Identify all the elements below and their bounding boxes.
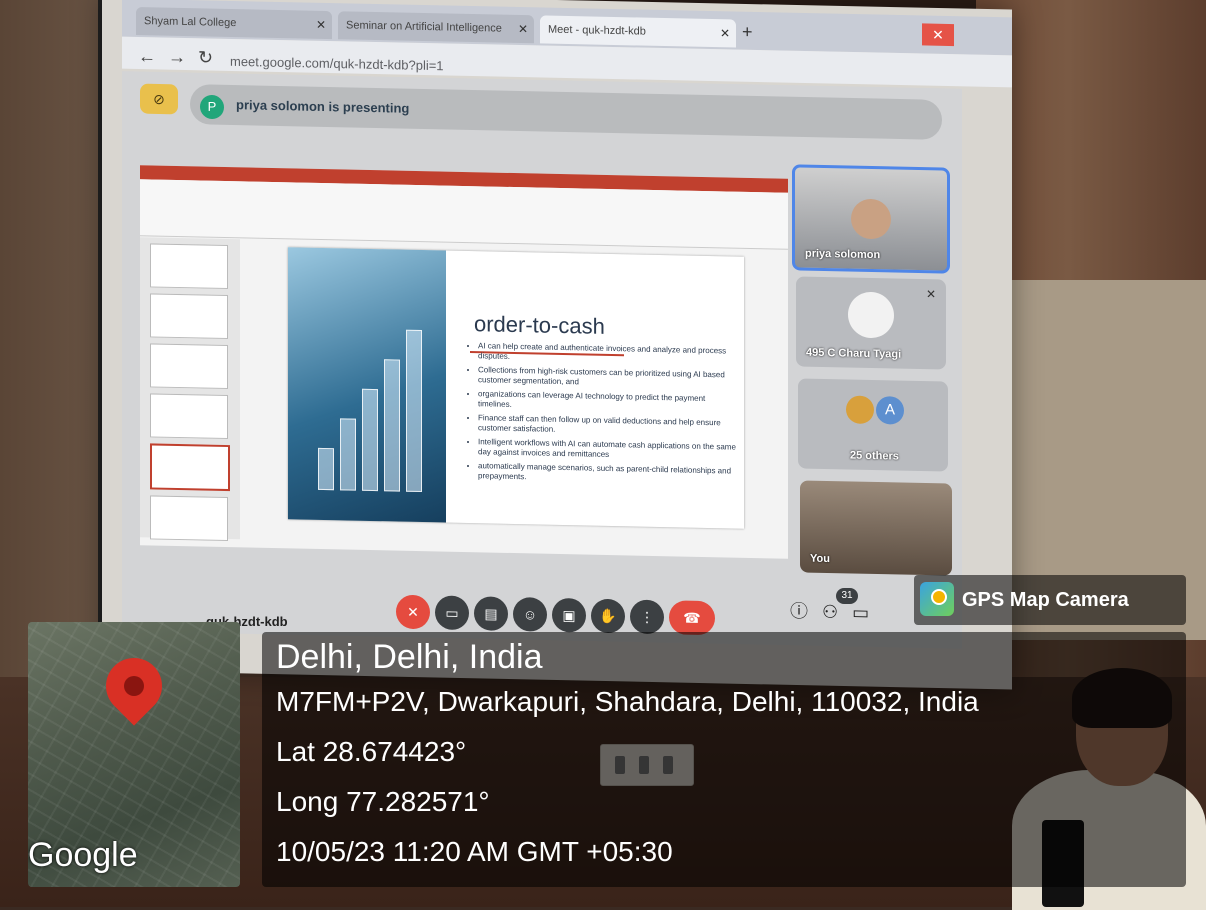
slide-bullets: AI can help create and authenticate invo… [468,341,740,491]
participant-tile-speaker[interactable]: priya solomon [792,164,950,274]
gps-camera-logo-icon [920,582,954,616]
latitude: Lat 28.674423° [276,736,467,767]
mic-off-icon[interactable]: ✕ [396,594,430,630]
raise-hand-icon[interactable]: ✋ [591,598,625,634]
navigation-icons[interactable]: ←→↻ [138,46,225,69]
slide-heading: order-to-cash [474,311,605,339]
back-icon[interactable]: ← [138,46,168,67]
map-pin-dot [124,676,144,696]
slide-bullet: AI can help create and authenticate invo… [478,341,740,366]
captions-icon[interactable]: ▤ [474,596,508,631]
presenter-avatar: P [200,94,224,120]
slide-thumbnail[interactable] [150,495,228,542]
location-info-panel: Delhi, Delhi, India M7FM+P2V, Dwarkapuri… [262,632,1186,887]
emoji-icon[interactable]: ☺ [513,597,547,632]
participant-tile[interactable]: ✕ 495 C Charu Tyagi [796,276,946,370]
forward-icon[interactable]: → [168,47,198,68]
current-slide: order-to-cash AI can help create and aut… [288,247,744,529]
slide-thumbnail[interactable] [150,393,228,440]
camera-off-icon[interactable]: ⊘ [140,83,178,115]
window-close-icon[interactable]: ✕ [922,23,954,47]
slide-bullet: Finance staff can then follow up on vali… [478,413,740,438]
slide-thumbnail[interactable] [150,293,228,340]
place-name: Delhi, Delhi, India [276,638,543,676]
participant-count-badge: 31 [836,588,858,604]
side-controls: ⓘ⚇▭ [790,597,883,625]
longitude: Long 77.282571° [276,786,490,817]
present-icon[interactable]: ▣ [552,597,586,633]
slide-bullet: Collections from high-risk customers can… [478,365,740,390]
more-options-icon[interactable]: ⋮ [630,599,664,635]
gps-app-name: GPS Map Camera [962,589,1129,611]
browser-tab-active[interactable]: Meet - quk-hzdt-kdb ✕ [540,15,736,48]
participant-video [851,198,891,240]
timestamp: 10/05/23 11:20 AM GMT +05:30 [276,836,673,867]
reload-icon[interactable]: ↻ [198,47,225,68]
slide-bullet: Intelligent workflows with AI can automa… [478,437,740,462]
end-call-button[interactable]: ☎ [669,600,715,636]
browser-tab[interactable]: Shyam Lal College ✕ [136,6,332,40]
participant-avatar [848,291,894,339]
tab-label: Shyam Lal College [144,15,237,30]
slide-thumbnail-selected[interactable] [150,443,230,492]
participant-avatar-letter: A [876,396,904,425]
mic-off-icon: ✕ [925,287,936,302]
slide-image [288,247,446,523]
others-count-label: 25 others [850,449,899,463]
slide-thumbnail[interactable] [150,343,228,390]
participant-name: 495 C Charu Tyagi [806,346,902,361]
chat-icon[interactable]: ▭ [852,602,883,623]
address-line: M7FM+P2V, Dwarkapuri, Shahdara, Delhi, 1… [276,686,979,717]
self-view-tile[interactable]: You [800,480,952,576]
google-logo: Google [28,836,138,874]
close-icon[interactable]: ✕ [316,11,326,39]
slide-bullet: automatically manage scenarios, such as … [478,461,740,486]
camera-icon[interactable]: ▭ [435,595,469,631]
close-icon[interactable]: ✕ [518,15,528,43]
slide-thumbnail[interactable] [150,243,228,290]
info-icon[interactable]: ⓘ [790,601,822,622]
tab-label: Seminar on Artificial Intelligence [346,19,502,35]
meeting-controls: ✕ ▭ ▤ ☺ ▣ ✋ ⋮ ☎ [396,594,720,636]
browser-tab[interactable]: Seminar on Artificial Intelligence ✕ [338,11,534,44]
tab-label: Meet - quk-hzdt-kdb [548,23,646,38]
map-thumbnail: Google [28,622,240,887]
self-view-label: You [810,552,830,566]
new-tab-icon[interactable]: + [742,22,753,43]
slide-bullet: organizations can leverage AI technology… [478,389,740,414]
slide-thumbnails [140,237,240,542]
participant-name: priya solomon [805,247,881,262]
close-icon[interactable]: ✕ [720,19,730,47]
gps-app-badge: GPS Map Camera [914,575,1186,625]
people-icon[interactable]: ⚇ [822,602,852,623]
participant-tile-others[interactable]: A 25 others [798,378,948,472]
participant-avatar [846,395,874,425]
